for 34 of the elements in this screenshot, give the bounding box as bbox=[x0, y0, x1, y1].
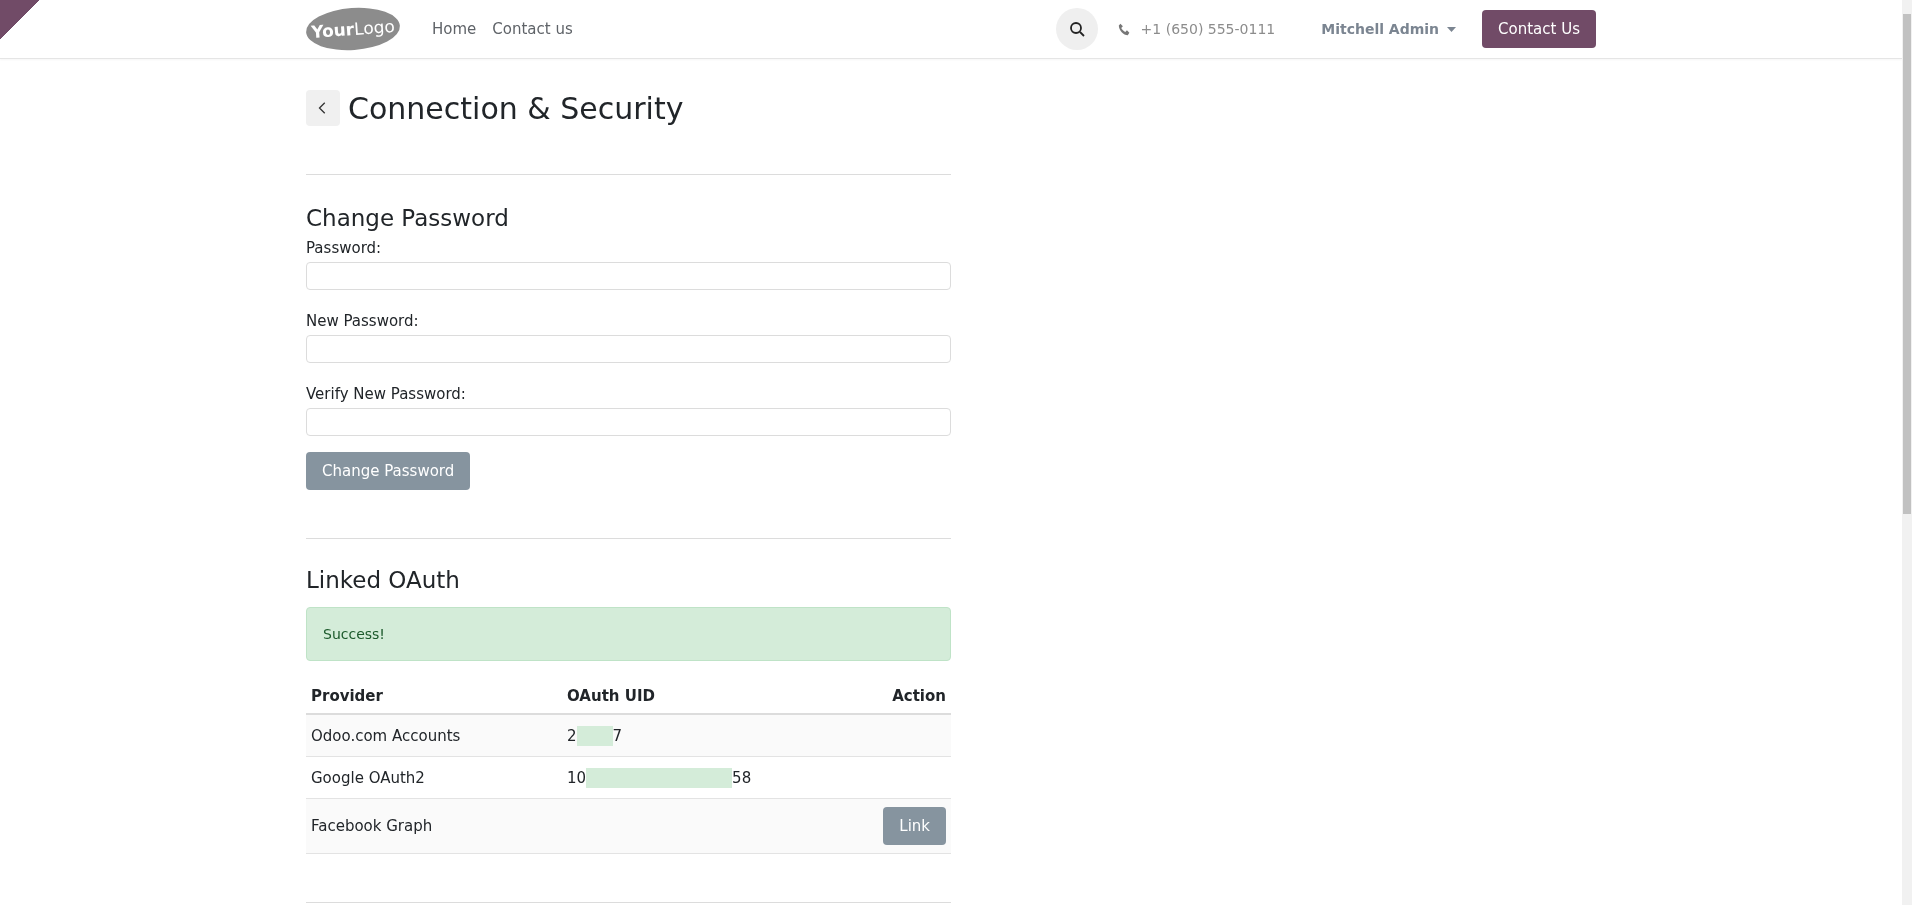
column-header: OAuth UID bbox=[567, 687, 656, 705]
back-button[interactable] bbox=[306, 90, 340, 126]
field-label: Verify New Password: bbox=[306, 385, 467, 403]
table-cell-text: Odoo.com Accounts bbox=[311, 726, 462, 745]
password-field[interactable] bbox=[306, 262, 951, 290]
phone-icon bbox=[1117, 22, 1131, 36]
table-cell: 58 bbox=[732, 768, 752, 787]
table-cell: 10 bbox=[567, 768, 587, 787]
field-label: Password: bbox=[306, 239, 383, 257]
page-title: Connection & Security bbox=[348, 90, 684, 126]
phone-number: +1 (650) 555-0111 bbox=[1140, 21, 1276, 37]
link-button[interactable]: Link bbox=[883, 807, 946, 845]
search-button[interactable] bbox=[1055, 8, 1098, 50]
nav-link[interactable]: Contact us bbox=[492, 20, 573, 38]
change-password-button[interactable]: Change Password bbox=[306, 452, 471, 490]
table-cell-text: Facebook Graph bbox=[311, 817, 434, 835]
field-label: New Password: bbox=[306, 312, 420, 330]
section-heading: Linked OAuth bbox=[306, 567, 461, 593]
column-header: Action bbox=[892, 687, 946, 705]
section-heading: Change Password bbox=[306, 205, 510, 231]
scrollbar[interactable] bbox=[1902, 0, 1912, 905]
table-cell: 7 bbox=[612, 726, 623, 745]
password-field[interactable] bbox=[306, 408, 951, 436]
column-header: Provider bbox=[311, 687, 384, 705]
search-icon bbox=[1068, 21, 1085, 37]
caret-icon bbox=[1447, 26, 1457, 32]
table-cell: 2 bbox=[567, 726, 577, 745]
success-alert: Success! bbox=[306, 607, 951, 661]
nav-link[interactable]: Home bbox=[432, 20, 477, 38]
contact-us-button[interactable]: Contact Us bbox=[1482, 10, 1596, 48]
password-field[interactable] bbox=[306, 335, 951, 363]
user-menu[interactable]: Mitchell Admin bbox=[1315, 20, 1463, 38]
table-cell-text: Google OAuth2 bbox=[311, 768, 426, 787]
redaction-block bbox=[576, 725, 613, 746]
